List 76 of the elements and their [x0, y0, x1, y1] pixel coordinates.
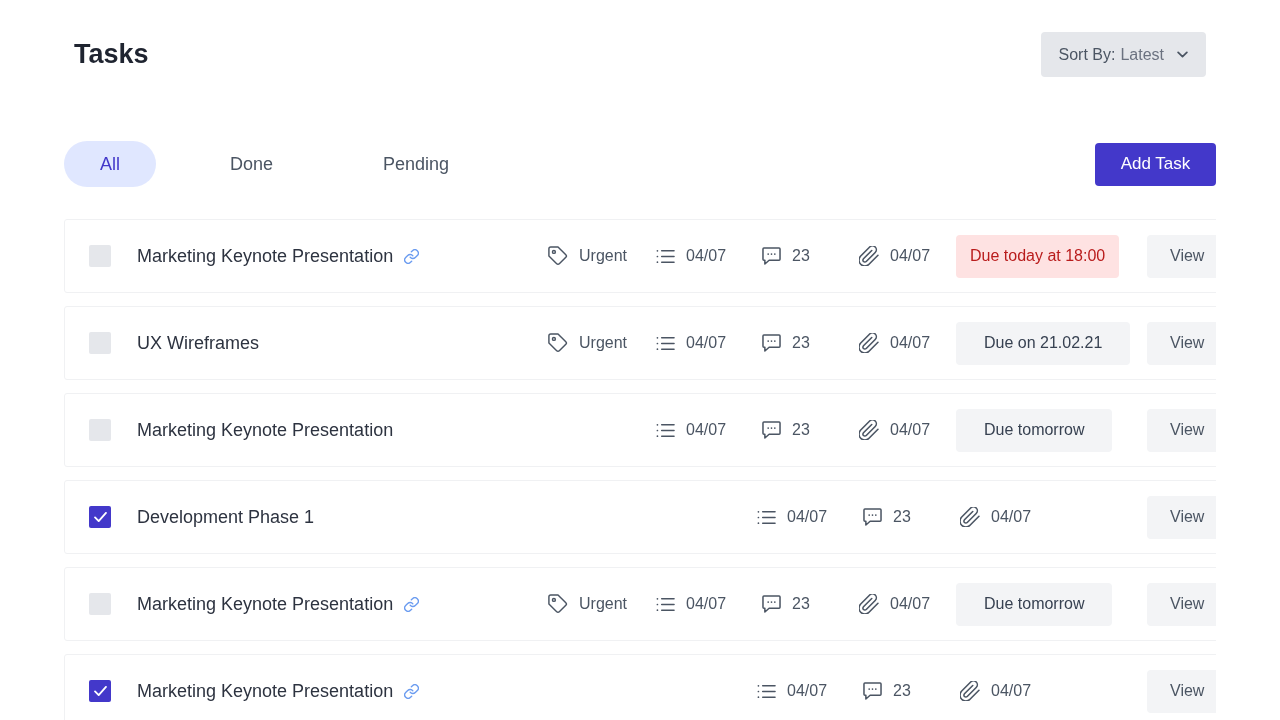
add-task-button[interactable]: Add Task	[1095, 142, 1216, 186]
comment-icon	[762, 247, 781, 265]
comment-count: 23	[792, 334, 810, 352]
checklist-count: 04/07	[686, 421, 727, 439]
checklist-count: 04/07	[686, 247, 727, 265]
paperclip-icon	[960, 681, 980, 701]
comment-count: 23	[792, 421, 810, 439]
tag-icon	[548, 246, 568, 266]
comment-icon	[762, 421, 781, 439]
comment-icon	[762, 334, 781, 352]
paperclip-icon	[859, 246, 879, 266]
comment-icon	[863, 508, 882, 526]
task-checkbox[interactable]	[89, 680, 111, 702]
list-icon	[656, 596, 675, 612]
task-title: UX Wireframes	[137, 332, 259, 354]
due-date-label: Due tomorrow	[956, 408, 1113, 452]
checklist-count: 04/07	[686, 334, 727, 352]
filter-tab[interactable]: All	[64, 141, 156, 187]
sort-dropdown[interactable]: Sort By: Latest	[1040, 32, 1206, 77]
task-checkbox[interactable]	[89, 506, 111, 528]
checklist-count: 04/07	[787, 508, 828, 526]
task-checkbox[interactable]	[89, 419, 111, 441]
view-button[interactable]: View	[1147, 408, 1216, 452]
due-date-label: Due tomorrow	[956, 582, 1113, 626]
comment-icon	[762, 595, 781, 613]
paperclip-icon	[859, 420, 879, 440]
attachment-count: 04/07	[890, 595, 931, 613]
list-icon	[757, 683, 776, 699]
view-button[interactable]: View	[1147, 234, 1216, 278]
task-checkbox[interactable]	[89, 332, 111, 354]
view-button[interactable]: View	[1147, 669, 1216, 713]
paperclip-icon	[859, 333, 879, 353]
paperclip-icon	[859, 594, 879, 614]
filter-tab[interactable]: Pending	[347, 141, 486, 187]
checkmark-icon	[93, 686, 107, 696]
tag-label: Urgent	[579, 334, 628, 352]
list-icon	[656, 422, 675, 438]
attachment-count: 04/07	[991, 682, 1032, 700]
attachment-count: 04/07	[991, 508, 1032, 526]
link-icon[interactable]	[404, 596, 420, 612]
task-title: Marketing Keynote Presentation	[137, 419, 394, 441]
comment-count: 23	[792, 247, 810, 265]
due-date-label: Due today at 18:00	[956, 234, 1120, 278]
tag-label: Urgent	[579, 247, 628, 265]
attachment-count: 04/07	[890, 334, 931, 352]
attachment-count: 04/07	[890, 421, 931, 439]
paperclip-icon	[960, 507, 980, 527]
task-title: Development Phase 1	[137, 506, 315, 528]
page-title: Tasks	[74, 39, 149, 70]
chevron-down-icon	[1177, 51, 1188, 58]
attachment-count: 04/07	[890, 247, 931, 265]
checkmark-icon	[93, 512, 107, 522]
task-checkbox[interactable]	[89, 245, 111, 267]
tag-icon	[548, 333, 568, 353]
checklist-count: 04/07	[686, 595, 727, 613]
due-date-label: Due on 21.02.21	[956, 321, 1131, 365]
task-title: Marketing Keynote Presentation	[137, 245, 394, 267]
view-button[interactable]: View	[1147, 582, 1216, 626]
filter-tab[interactable]: Done	[194, 141, 310, 187]
task-checkbox[interactable]	[89, 593, 111, 615]
view-button[interactable]: View	[1147, 321, 1216, 365]
tag-icon	[548, 594, 568, 614]
comment-count: 23	[893, 508, 911, 526]
comment-count: 23	[792, 595, 810, 613]
checklist-count: 04/07	[787, 682, 828, 700]
tag-label: Urgent	[579, 595, 628, 613]
list-icon	[656, 248, 675, 264]
comment-count: 23	[893, 682, 911, 700]
link-icon[interactable]	[404, 248, 420, 264]
view-button[interactable]: View	[1147, 495, 1216, 539]
list-icon	[757, 509, 776, 525]
comment-icon	[863, 682, 882, 700]
task-title: Marketing Keynote Presentation	[137, 593, 394, 615]
task-title: Marketing Keynote Presentation	[137, 680, 394, 702]
link-icon[interactable]	[404, 683, 420, 699]
list-icon	[656, 335, 675, 351]
